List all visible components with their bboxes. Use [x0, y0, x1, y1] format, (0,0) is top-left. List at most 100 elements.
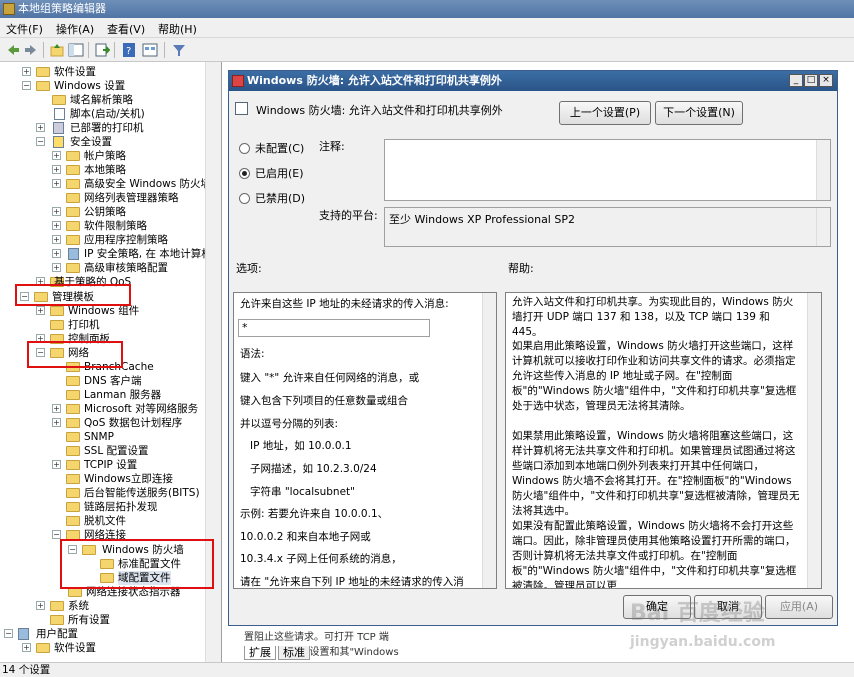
tree-item[interactable]: − 安全设置	[36, 135, 221, 149]
app-title-bar: 本地组策略编辑器	[0, 0, 854, 18]
radio-disabled[interactable]: 已禁用(D)	[239, 192, 305, 206]
radio-enabled[interactable]: 已启用(E)	[239, 167, 304, 181]
folder-icon	[66, 516, 80, 526]
expand-plus-icon[interactable]: +	[52, 165, 61, 174]
folder-icon	[66, 263, 80, 273]
menu-file[interactable]: 文件(F)	[6, 21, 43, 37]
expand-plus-icon[interactable]: +	[52, 404, 61, 413]
toolbar-separator	[43, 42, 44, 58]
collapse-minus-icon[interactable]: −	[4, 629, 13, 638]
folder-icon	[66, 151, 80, 161]
tree-item[interactable]: + Windows 组件	[36, 304, 221, 318]
tree-item[interactable]: 链路层拓扑发现	[52, 500, 221, 514]
expand-plus-icon[interactable]: +	[22, 67, 31, 76]
maximize-button[interactable]: □	[804, 74, 818, 87]
tree-item[interactable]: + TCPIP 设置	[52, 458, 221, 472]
tree-item[interactable]: + 系统	[36, 599, 221, 613]
tree-item[interactable]: + 本地策略	[52, 163, 221, 177]
menu-action[interactable]: 操作(A)	[56, 21, 94, 37]
back-arrow-icon[interactable]	[4, 41, 22, 59]
tree-item[interactable]: Lanman 服务器	[52, 388, 221, 402]
expand-plus-icon[interactable]: +	[52, 460, 61, 469]
apply-button[interactable]: 应用(A)	[765, 595, 833, 619]
tree-item[interactable]: Windows立即连接	[52, 472, 221, 486]
expand-plus-icon[interactable]: +	[52, 418, 61, 427]
expand-plus-icon[interactable]: +	[36, 601, 45, 610]
expand-plus-icon[interactable]: +	[36, 306, 45, 315]
tab-standard[interactable]: 标准	[278, 646, 310, 660]
tree-item[interactable]: + Microsoft 对等网络服务	[52, 402, 221, 416]
expand-plus-icon[interactable]: +	[52, 151, 61, 160]
tree-item[interactable]: + QoS 数据包计划程序	[52, 416, 221, 430]
tree-item[interactable]: 网络列表管理器策略	[52, 191, 221, 205]
tree-item[interactable]: DNS 客户端	[52, 374, 221, 388]
tree-item-user-config[interactable]: − 用户配置	[4, 627, 214, 641]
radio-dot	[239, 143, 250, 154]
comment-label: 注释:	[319, 140, 345, 153]
allowed-ip-input[interactable]: *	[238, 319, 430, 337]
help-scrollbar[interactable]	[807, 293, 821, 588]
tree-item[interactable]: + 高级审核策略配置	[52, 261, 221, 275]
folder-icon	[66, 418, 80, 428]
tree-item[interactable]: 脱机文件	[52, 514, 221, 528]
folder-icon	[66, 207, 80, 217]
cancel-button[interactable]: 取消	[694, 595, 762, 619]
comment-scrollbar[interactable]	[816, 140, 830, 200]
up-folder-icon[interactable]	[48, 41, 66, 59]
collapse-minus-icon[interactable]: −	[22, 81, 31, 90]
platform-scrollbar[interactable]	[816, 208, 830, 246]
radio-not-configured[interactable]: 未配置(C)	[239, 142, 304, 156]
collapse-minus-icon[interactable]: −	[36, 137, 45, 146]
options-scrollbar[interactable]	[482, 293, 496, 588]
ok-button[interactable]: 确定	[623, 595, 691, 619]
comment-textarea[interactable]	[384, 139, 831, 201]
expand-plus-icon[interactable]: +	[52, 179, 61, 188]
tree-item[interactable]: 域名解析策略	[36, 93, 221, 107]
forward-arrow-icon[interactable]	[22, 41, 40, 59]
expand-plus-icon[interactable]: +	[52, 221, 61, 230]
radio-dot-selected	[239, 168, 250, 179]
menu-help[interactable]: 帮助(H)	[158, 21, 197, 37]
tree-item[interactable]: + 软件设置	[22, 65, 221, 79]
tree-item[interactable]: + 帐户策略	[52, 149, 221, 163]
minimize-button[interactable]: _	[789, 74, 803, 87]
tree-item[interactable]: + IP 安全策略, 在 本地计算机	[52, 247, 221, 261]
show-tree-icon[interactable]	[67, 41, 85, 59]
menu-view[interactable]: 查看(V)	[107, 21, 145, 37]
close-button[interactable]: ×	[819, 74, 833, 87]
next-setting-button[interactable]: 下一个设置(N)	[655, 101, 743, 125]
previous-setting-button[interactable]: 上一个设置(P)	[559, 101, 651, 125]
platform-field: 至少 Windows XP Professional SP2	[384, 207, 831, 247]
expand-plus-icon[interactable]: +	[36, 123, 45, 132]
tree-item[interactable]: + 应用程序控制策略	[52, 233, 221, 247]
tab-extended[interactable]: 扩展	[244, 646, 276, 660]
tree-item[interactable]: 脚本(启动/关机)	[36, 107, 221, 121]
expand-plus-icon[interactable]: +	[52, 207, 61, 216]
tree-item[interactable]: + 已部署的打印机	[36, 121, 221, 135]
properties-icon[interactable]	[141, 41, 159, 59]
tree-item[interactable]: SSL 配置设置	[52, 444, 221, 458]
tree-item[interactable]: + 软件限制策略	[52, 219, 221, 233]
folder-icon	[66, 221, 80, 231]
export-list-icon[interactable]	[93, 41, 111, 59]
toolbar-separator	[114, 42, 115, 58]
tree-item[interactable]: SNMP	[52, 430, 221, 444]
tree-item[interactable]: + 软件设置	[22, 641, 221, 655]
filter-icon[interactable]	[170, 41, 188, 59]
expand-plus-icon[interactable]: +	[22, 643, 31, 652]
tree-item[interactable]: 后台智能传送服务(BITS)	[52, 486, 221, 500]
help-icon[interactable]: ?	[120, 41, 138, 59]
expand-plus-icon[interactable]: +	[52, 249, 61, 258]
collapse-minus-icon[interactable]: −	[52, 530, 61, 539]
folder-icon	[36, 81, 50, 91]
expand-plus-icon[interactable]: +	[52, 263, 61, 272]
tree-item[interactable]: 打印机	[36, 318, 221, 332]
expand-plus-icon[interactable]: +	[52, 235, 61, 244]
svg-text:?: ?	[126, 46, 131, 57]
tree-item[interactable]: − Windows 设置	[22, 79, 221, 93]
tree-item[interactable]: 所有设置	[36, 613, 221, 627]
folder-icon	[50, 615, 64, 625]
tree-item[interactable]: + 高级安全 Windows 防火墙	[52, 177, 221, 191]
folder-icon	[66, 235, 80, 245]
tree-item[interactable]: + 公钥策略	[52, 205, 221, 219]
